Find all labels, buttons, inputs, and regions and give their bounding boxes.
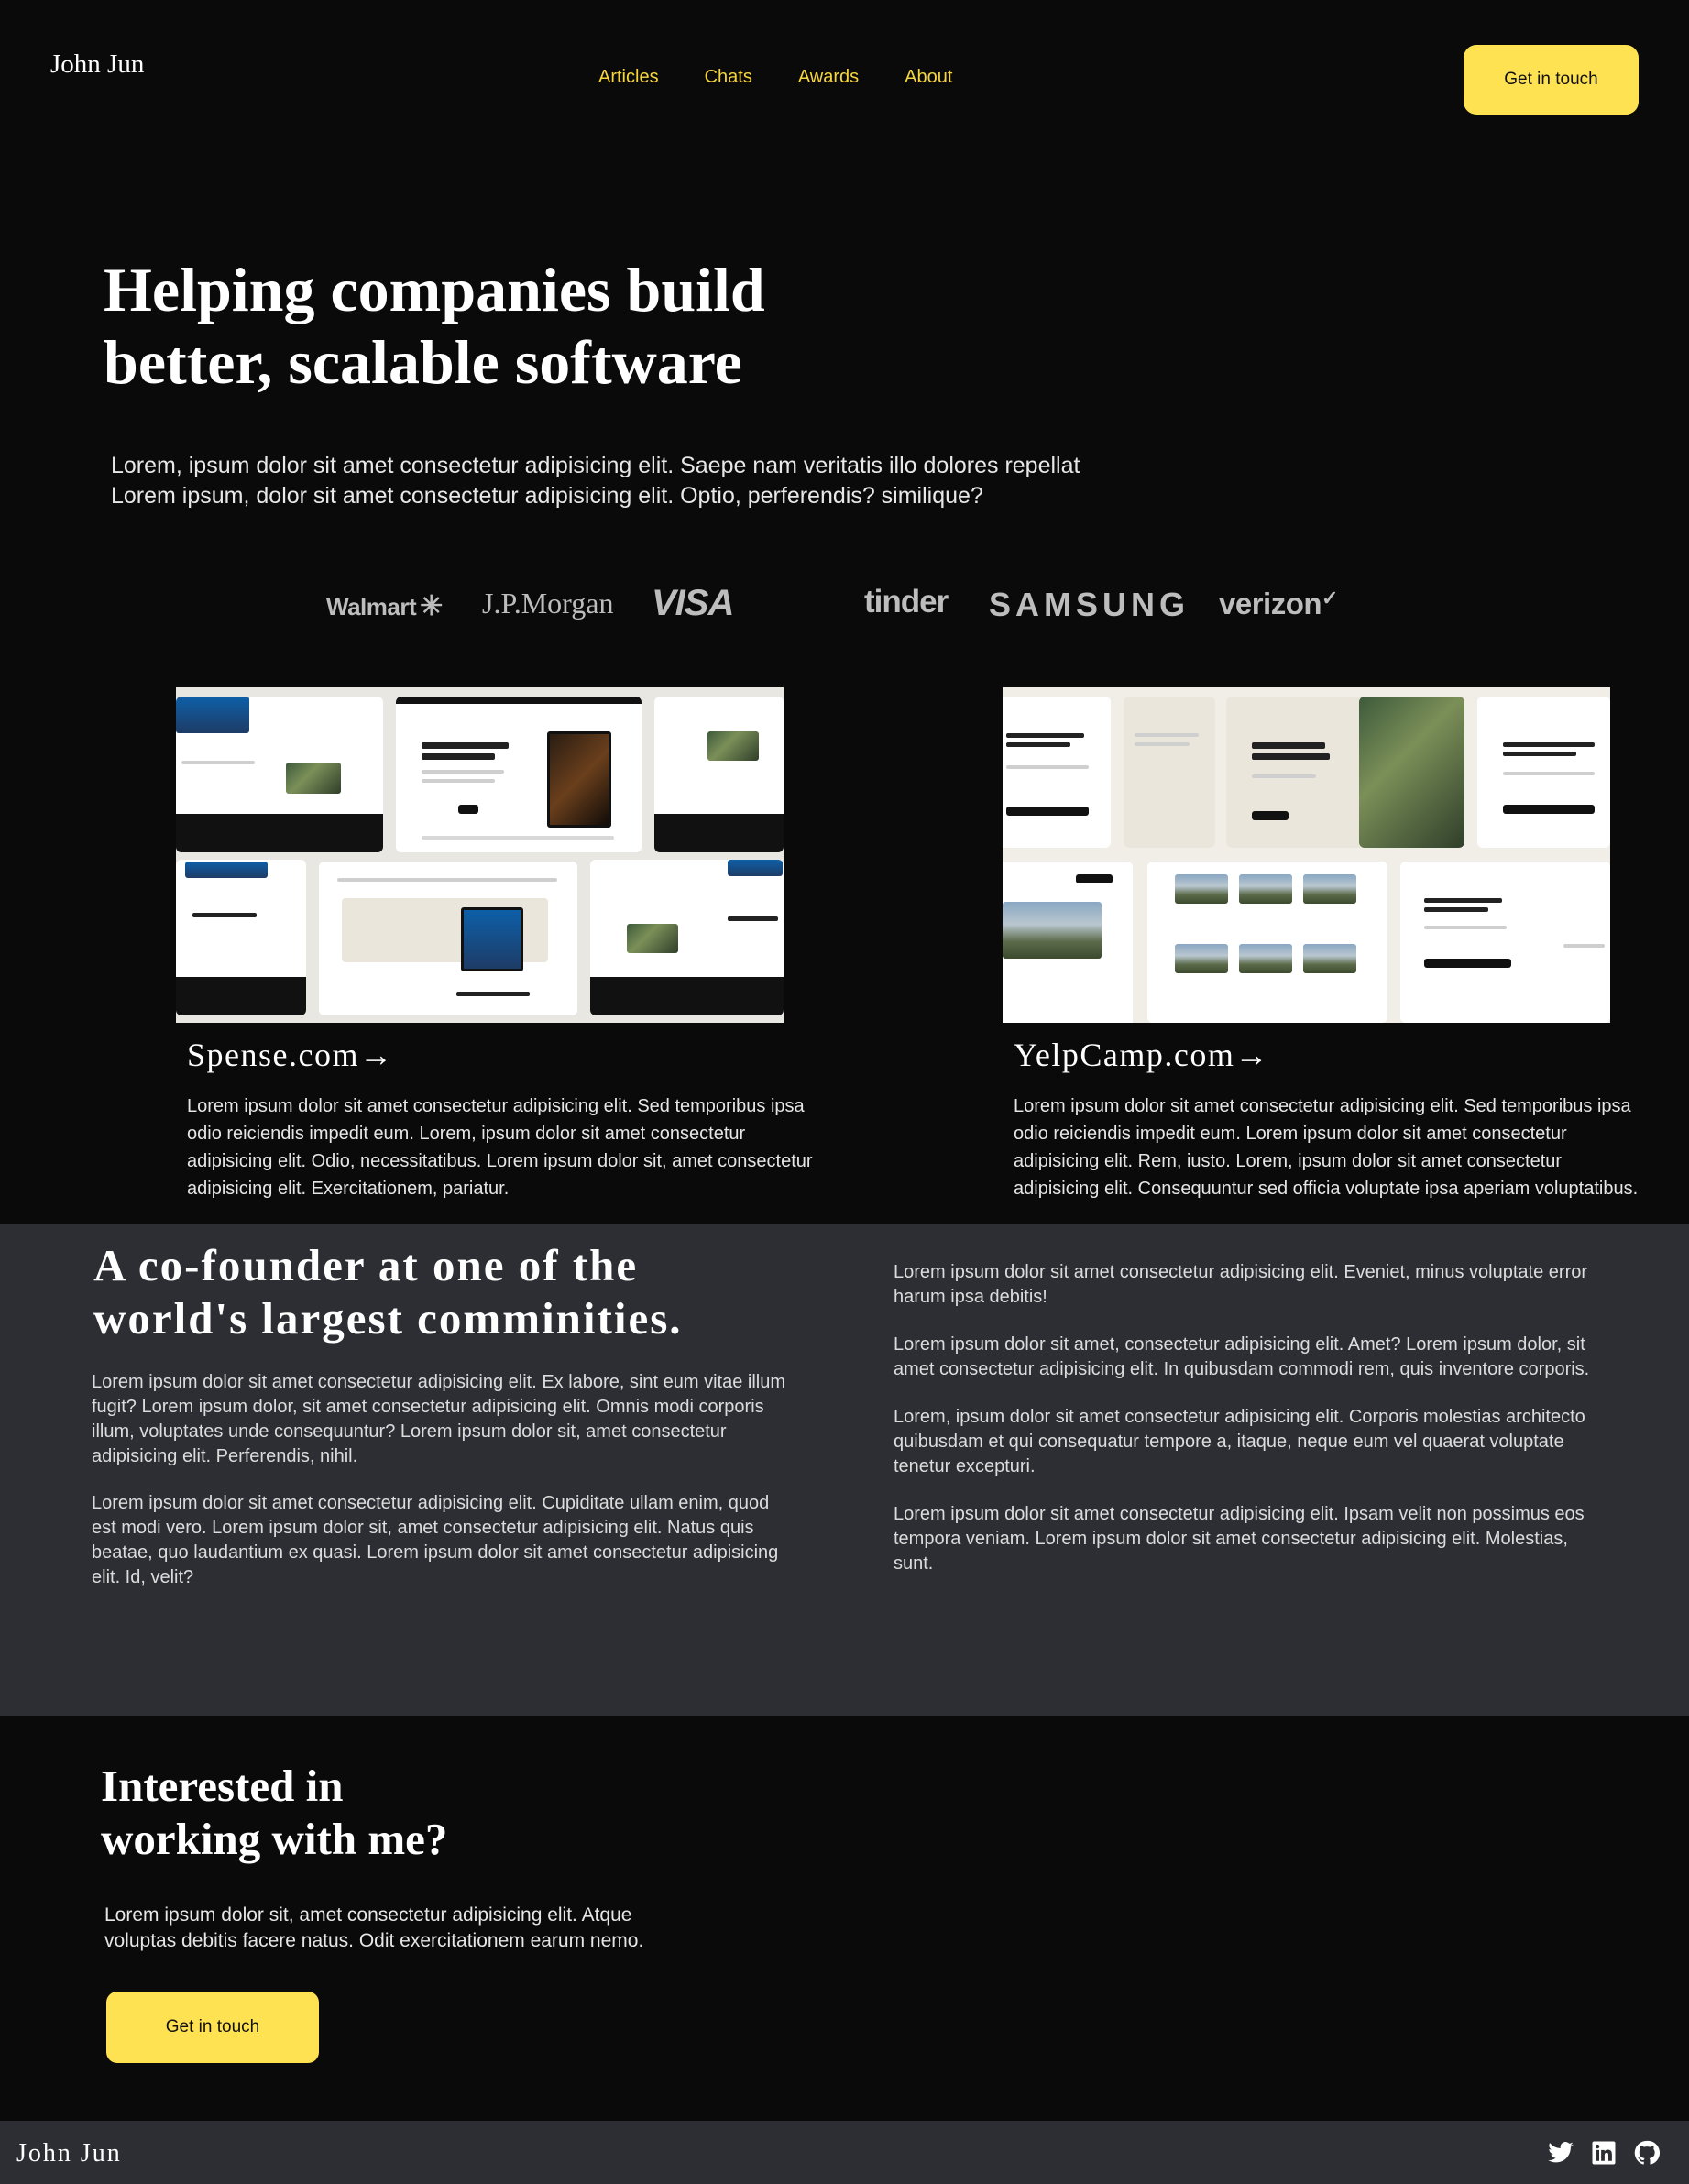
contact-title-line-2: working with me? (101, 1814, 448, 1864)
footer: John Jun (0, 2121, 1689, 2184)
project-title-spense[interactable]: Spense.com→ (187, 1036, 817, 1074)
contact-title: Interested in working with me? (101, 1760, 559, 1866)
screenshot-panel (1477, 697, 1610, 848)
jpmorgan-logo: J.P.Morgan (482, 587, 614, 620)
hero-title: Helping companies build better, scalable… (104, 254, 928, 399)
about-title-line-1: A co-founder at one of the (93, 1240, 639, 1290)
about-title-line-2: world's largest comminities. (93, 1293, 683, 1344)
about-paragraph: Lorem ipsum dolor sit amet consectetur a… (92, 1372, 785, 1466)
screenshot-panel (319, 862, 577, 1015)
project-description-spense: Lorem ipsum dolor sit amet consectetur a… (187, 1096, 813, 1199)
get-in-touch-button[interactable]: Get in touch (106, 1992, 319, 2063)
nav-link-awards[interactable]: Awards (798, 67, 859, 88)
screenshot-panel (1003, 697, 1111, 848)
screenshot-panel (1003, 862, 1133, 1023)
brand-logo[interactable]: John Jun (50, 49, 144, 80)
screenshot-panel (1226, 697, 1464, 848)
tinder-logo: tinder (864, 584, 949, 620)
about-left-column: Lorem ipsum dolor sit amet consectetur a… (92, 1370, 797, 1612)
project-card-spense: Spense.com→ Lorem ipsum dolor sit amet c… (176, 687, 817, 1202)
walmart-logo-text: Walmart (326, 593, 417, 620)
hero-subtitle-line-1: Lorem, ipsum dolor sit amet consectetur … (111, 453, 1080, 478)
project-title-text: Spense.com (187, 1037, 359, 1073)
about-paragraph: Lorem, ipsum dolor sit amet consectetur … (894, 1407, 1585, 1476)
about-paragraph: Lorem ipsum dolor sit amet consectetur a… (894, 1504, 1585, 1574)
hero-subtitle: Lorem, ipsum dolor sit amet consectetur … (111, 451, 1156, 511)
visa-logo: VISA (652, 583, 734, 623)
project-title-yelpcamp[interactable]: YelpCamp.com→ (1014, 1036, 1644, 1074)
screenshot-panel (1124, 697, 1215, 848)
footer-brand[interactable]: John Jun (16, 2139, 122, 2168)
nav-link-chats[interactable]: Chats (705, 67, 752, 88)
twitter-icon[interactable] (1545, 2137, 1576, 2168)
about-title: A co-founder at one of the world's large… (93, 1239, 790, 1345)
about-paragraph: Lorem ipsum dolor sit amet, consectetur … (894, 1334, 1590, 1379)
about-right-column: Lorem ipsum dolor sit amet consectetur a… (894, 1260, 1608, 1599)
contact-text: Lorem ipsum dolor sit, amet consectetur … (104, 1904, 644, 1951)
screenshot-panel (1147, 862, 1387, 1023)
nav-link-about[interactable]: About (905, 67, 952, 88)
screenshot-panel (176, 860, 306, 1015)
about-paragraph: Lorem ipsum dolor sit amet consectetur a… (92, 1493, 779, 1587)
hero-title-line-1: Helping companies build (104, 255, 765, 324)
contact-title-line-1: Interested in (101, 1761, 344, 1811)
project-title-text: YelpCamp.com (1014, 1037, 1235, 1073)
project-description-yelpcamp: Lorem ipsum dolor sit amet consectetur a… (1014, 1096, 1639, 1199)
get-in-touch-button[interactable]: Get in touch (1464, 45, 1639, 115)
walmart-logo: Walmart ✳ (326, 590, 443, 622)
project-screenshot-yelpcamp[interactable] (1003, 687, 1610, 1023)
screenshot-panel (654, 697, 784, 852)
project-card-yelpcamp: YelpCamp.com→ Lorem ipsum dolor sit amet… (1003, 687, 1644, 1202)
verizon-logo-text: verizon (1219, 587, 1322, 620)
arrow-right-icon: → (1234, 1037, 1269, 1073)
nav-link-articles[interactable]: Articles (598, 67, 659, 88)
github-icon[interactable] (1631, 2137, 1662, 2168)
arrow-right-icon: → (358, 1037, 394, 1073)
project-screenshot-spense[interactable] (176, 687, 784, 1023)
client-logos: Walmart ✳ J.P.Morgan VISA tinder SAMSUNG … (0, 581, 1689, 627)
screenshot-panel (590, 860, 784, 1015)
screenshot-panel (1400, 862, 1610, 1023)
verizon-logo: verizon✓ (1219, 587, 1338, 621)
walmart-spark-icon: ✳ (420, 591, 443, 621)
nav-links: Articles Chats Awards About (598, 67, 998, 88)
screenshot-panel (396, 697, 642, 852)
screenshot-panel (176, 697, 383, 852)
hero-title-line-2: better, scalable software (104, 327, 742, 397)
hero-subtitle-line-2: Lorem ipsum, dolor sit amet consectetur … (111, 483, 983, 509)
samsung-logo: SAMSUNG (989, 586, 1190, 623)
linkedin-icon[interactable] (1588, 2137, 1619, 2168)
verizon-check-icon: ✓ (1322, 587, 1338, 609)
about-paragraph: Lorem ipsum dolor sit amet consectetur a… (894, 1262, 1588, 1307)
top-nav: John Jun Articles Chats Awards About Get… (0, 0, 1689, 147)
